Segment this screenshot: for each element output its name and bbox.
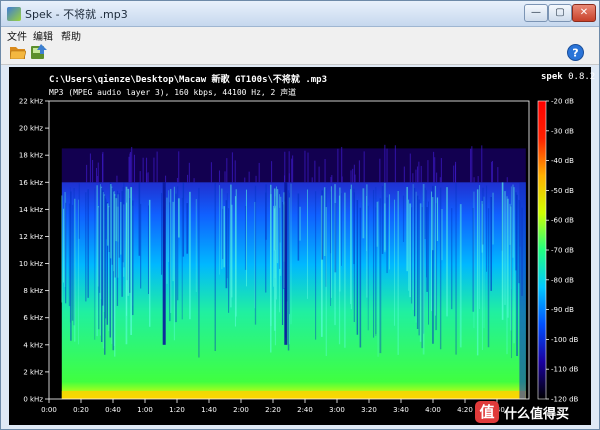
x-tick-label: 2:20 <box>265 406 281 414</box>
x-tick-label: 3:40 <box>393 406 409 414</box>
spek-app-icon <box>7 7 21 21</box>
colorbar-tick-label: -30 dB <box>551 127 574 135</box>
folder-open-icon[interactable] <box>10 45 26 59</box>
x-tick-label: 1:20 <box>169 406 185 414</box>
y-tick-label: 12 kHz <box>19 233 43 241</box>
colorbar-tick-label: -70 dB <box>551 247 574 255</box>
minimize-button[interactable]: — <box>524 4 548 22</box>
y-tick-label: 2 kHz <box>23 368 43 376</box>
colorbar-tick-label: -100 dB <box>551 336 579 344</box>
y-tick-label: 16 kHz <box>19 179 43 187</box>
colorbar-tick-label: -20 dB <box>551 98 574 106</box>
y-tick-label: 20 kHz <box>19 125 43 133</box>
x-tick-label: 0:20 <box>73 406 89 414</box>
y-tick-label: 18 kHz <box>19 152 43 160</box>
title-bar[interactable]: Spek - 不将就 .mp3 — ▢ ✕ <box>1 1 599 27</box>
y-tick-label: 22 kHz <box>19 98 43 106</box>
svg-text:?: ? <box>572 47 578 60</box>
colorbar-tick-label: -110 dB <box>551 366 579 374</box>
x-tick-label: 2:40 <box>297 406 313 414</box>
colorbar-tick-label: -60 dB <box>551 217 574 225</box>
spek-window: Spek - 不将就 .mp3 — ▢ ✕ 文件 编辑 帮助 ? C:\User… <box>0 0 600 430</box>
help-icon[interactable]: ? <box>567 44 584 61</box>
colorbar-tick-label: -40 dB <box>551 157 574 165</box>
colorbar-tick-label: -90 dB <box>551 306 574 314</box>
colorbar <box>537 100 547 400</box>
x-tick-label: 0:00 <box>41 406 57 414</box>
spectrogram-axes: 0 kHz 2 kHz 4 kHz 6 kHz 8 kHz 10 kHz 12 kHz 14 … <box>19 98 579 415</box>
y-tick-label: 14 kHz <box>19 206 43 214</box>
colorbar-tick-label: -50 dB <box>551 187 574 195</box>
plot-frame <box>48 100 530 400</box>
x-tick-label: 4:20 <box>457 406 473 414</box>
x-tick-label: 1:00 <box>137 406 153 414</box>
window-title: Spek - 不将就 .mp3 <box>25 8 128 21</box>
x-tick-label: 4:00 <box>425 406 441 414</box>
x-tick-label: 1:40 <box>201 406 217 414</box>
menu-bar: 文件 编辑 帮助 <box>1 27 599 43</box>
y-tick-label: 4 kHz <box>23 341 43 349</box>
maximize-button[interactable]: ▢ <box>548 4 572 22</box>
close-button[interactable]: ✕ <box>572 4 596 22</box>
x-tick-label: 3:20 <box>361 406 377 414</box>
x-tick-label: 3:00 <box>329 406 345 414</box>
y-tick-label: 6 kHz <box>23 314 43 322</box>
save-image-icon[interactable] <box>31 44 47 60</box>
y-tick-label: 8 kHz <box>23 287 43 295</box>
y-tick-label: 10 kHz <box>19 260 43 268</box>
spectrogram-panel: C:\Users\qienze\Desktop\Macaw 新歌 GT100s\… <box>9 67 595 425</box>
watermark-badge: 值 <box>475 401 499 423</box>
y-tick-label: 0 kHz <box>23 396 43 404</box>
toolbar: ? <box>1 41 599 65</box>
colorbar-tick-label: -80 dB <box>551 276 574 284</box>
x-tick-label: 0:40 <box>105 406 121 414</box>
x-tick-label: 2:00 <box>233 406 249 414</box>
watermark-text: 什么值得买 <box>504 407 570 422</box>
watermark: 值 什么值得买 <box>475 397 595 427</box>
